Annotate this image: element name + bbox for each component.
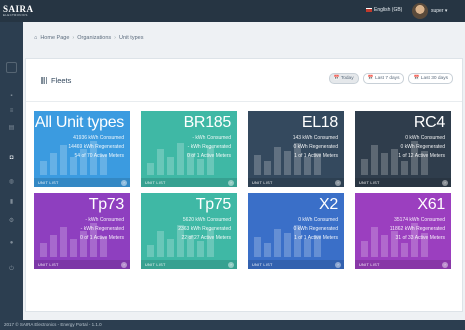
settings-icon[interactable]: ⚙ (8, 218, 15, 225)
document-icon[interactable]: ▤ (8, 125, 15, 132)
card-active-meters: 1 of 1 Active Meters (294, 235, 338, 241)
logout-icon[interactable]: ⏻ (8, 266, 15, 273)
card-regenerated: 2363 kWh Regenerated (178, 226, 231, 232)
unit-list-link[interactable]: UNIT LIST (359, 181, 380, 185)
unit-list-link[interactable]: UNIT LIST (38, 181, 59, 185)
card-title: Tp75 (195, 196, 232, 213)
filter-today-label: Today (340, 76, 354, 81)
filter-last-30-days-label: Last 30 days (420, 76, 448, 81)
fleet-card[interactable]: All Unit types 41936 kWh Consumed 14469 kW… (34, 111, 130, 187)
filter-last-7-days-label: Last 7 days (374, 76, 400, 81)
fleet-card[interactable]: Tp73 - kWh Consumed - kWh Regenerated 0 of … (34, 193, 130, 269)
filter-today-button[interactable]: 📅 Today (328, 73, 359, 84)
breadcrumb-separator: › (114, 35, 116, 41)
filter-last-30-days-button[interactable]: 📅 Last 30 days (408, 73, 453, 84)
language-label: English (GB) (374, 7, 403, 13)
bar-chart-icon (41, 77, 47, 84)
card-title: BR185 (183, 114, 232, 131)
main-content: ⌂ Home Page › Organizations › Unit types… (23, 22, 465, 320)
user-menu[interactable]: super ▾ (431, 8, 447, 14)
globe-icon[interactable]: ◍ (8, 179, 15, 186)
card-consumed: 0 kWh Consumed (405, 135, 445, 141)
card-title: X2 (319, 196, 338, 213)
chart-icon[interactable]: ▮ (8, 199, 15, 206)
breadcrumb: ⌂ Home Page › Organizations › Unit types (34, 35, 143, 41)
arrow-right-icon[interactable]: › (228, 261, 234, 268)
panel-title: Fleets (41, 76, 71, 85)
card-active-meters: 22 of 27 Active Meters (181, 235, 231, 241)
unit-list-link[interactable]: UNIT LIST (252, 263, 273, 267)
card-regenerated: 11862 kWh Regenerated (389, 226, 445, 232)
list-icon[interactable]: ≡ (8, 108, 15, 115)
card-active-meters: 0 of 1 Active Meters (187, 153, 231, 159)
card-title: EL18 (301, 114, 338, 131)
card-consumed: 143 kWh Consumed (292, 135, 338, 141)
card-title: RC4 (413, 114, 445, 131)
footer: 2017 © SAIRA Electronics - Energy Portal… (0, 320, 465, 330)
avatar[interactable] (412, 3, 428, 19)
unit-list-link[interactable]: UNIT LIST (38, 263, 59, 267)
card-active-meters: 1 of 1 Active Meters (294, 153, 338, 159)
card-consumed: 41936 kWh Consumed (73, 135, 124, 141)
language-selector[interactable]: English (GB) (366, 7, 402, 13)
fleet-card[interactable]: X2 0 kWh Consumed 0 kWh Regenerated 1 of 1 … (248, 193, 344, 269)
card-consumed: 35174 kWh Consumed (394, 217, 445, 223)
arrow-right-icon[interactable]: › (335, 261, 341, 268)
arrow-right-icon[interactable]: › (335, 179, 341, 186)
card-regenerated: 0 kWh Regenerated (293, 226, 338, 232)
brand-subtitle: ELECTRONICS (3, 13, 28, 17)
card-title: X61 (417, 196, 445, 213)
card-active-meters: 31 of 33 Active Meters (395, 235, 445, 241)
card-consumed: - kWh Consumed (192, 135, 231, 141)
breadcrumb-separator: › (72, 35, 75, 41)
divider (26, 101, 462, 102)
home-icon[interactable]: ⌂ (34, 35, 37, 41)
card-regenerated: 0 kWh Regenerated (293, 144, 338, 150)
card-active-meters: 1 of 12 Active Meters (398, 153, 445, 159)
card-active-meters: 0 of 1 Active Meters (80, 235, 124, 241)
fleet-card[interactable]: X61 35174 kWh Consumed 11862 kWh Regenerat… (355, 193, 451, 269)
train-icon[interactable]: ◘ (8, 155, 15, 162)
sidebar: ▪ ≡ ▤ ◘ ◍ ▮ ⚙ ● ⏻ (0, 22, 23, 320)
fleet-card[interactable]: EL18 143 kWh Consumed 0 kWh Regenerated 1 o… (248, 111, 344, 187)
card-regenerated: 0 kWh Regenerated (400, 144, 445, 150)
chevron-down-icon: ▾ (444, 8, 448, 14)
flag-icon (366, 8, 372, 12)
card-consumed: 0 kWh Consumed (298, 217, 338, 223)
card-regenerated: - kWh Regenerated (80, 226, 124, 232)
footer-text: 2017 © SAIRA Electronics - Energy Portal… (4, 322, 102, 327)
card-regenerated: - kWh Regenerated (187, 144, 231, 150)
filter-last-7-days-button[interactable]: 📅 Last 7 days (362, 73, 405, 84)
user-icon[interactable]: ● (8, 240, 15, 247)
arrow-right-icon[interactable]: › (442, 261, 448, 268)
top-bar: SAIRA ELECTRONICS English (GB) super ▾ (0, 0, 465, 22)
breadcrumb-unit-types: Unit types (119, 35, 144, 41)
fleets-panel: Fleets 📅 Today 📅 Last 7 days 📅 Last 30 d… (25, 58, 463, 312)
user-name: super (431, 8, 444, 14)
card-active-meters: 54 of 70 Active Meters (74, 153, 124, 159)
card-title: All Unit types (34, 114, 124, 131)
arrow-right-icon[interactable]: › (442, 179, 448, 186)
panel-title-text: Fleets (51, 76, 72, 85)
arrow-right-icon[interactable]: › (121, 179, 127, 186)
unit-list-link[interactable]: UNIT LIST (145, 181, 166, 185)
arrow-right-icon[interactable]: › (228, 179, 234, 186)
card-regenerated: 14469 kWh Regenerated (68, 144, 124, 150)
card-consumed: - kWh Consumed (85, 217, 124, 223)
home-icon[interactable]: ▪ (8, 93, 15, 100)
arrow-right-icon[interactable]: › (121, 261, 127, 268)
breadcrumb-home[interactable]: Home Page (40, 35, 69, 41)
brand-logo[interactable]: SAIRA ELECTRONICS (0, 5, 40, 17)
fleet-card[interactable]: BR185 - kWh Consumed - kWh Regenerated 0 of… (141, 111, 237, 187)
menu-icon[interactable] (6, 62, 17, 73)
fleet-card[interactable]: Tp75 5620 kWh Consumed 2363 kWh Regenerate… (141, 193, 237, 269)
date-filters: 📅 Today 📅 Last 7 days 📅 Last 30 days (328, 73, 453, 84)
unit-list-link[interactable]: UNIT LIST (359, 263, 380, 267)
unit-list-link[interactable]: UNIT LIST (252, 181, 273, 185)
card-consumed: 5620 kWh Consumed (182, 217, 231, 223)
fleet-card[interactable]: RC4 0 kWh Consumed 0 kWh Regenerated 1 of 1… (355, 111, 451, 187)
card-title: Tp73 (88, 196, 125, 213)
unit-list-link[interactable]: UNIT LIST (145, 263, 166, 267)
breadcrumb-organizations[interactable]: Organizations (77, 35, 111, 41)
